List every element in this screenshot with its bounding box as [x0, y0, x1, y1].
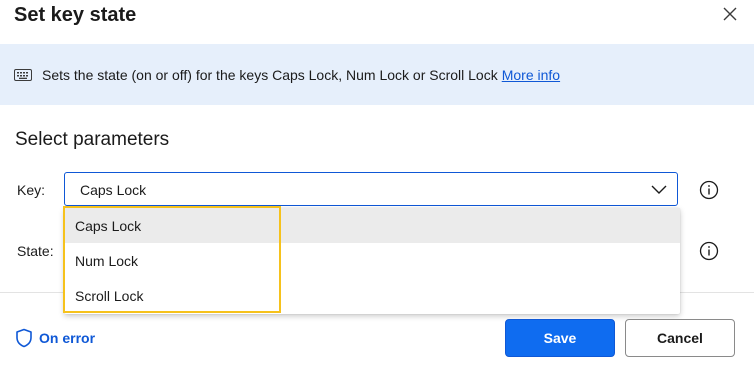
more-info-link[interactable]: More info — [502, 67, 560, 83]
option-label: Scroll Lock — [75, 288, 144, 304]
key-label: Key: — [17, 182, 46, 198]
on-error-label: On error — [39, 330, 96, 346]
info-text: Sets the state (on or off) for the keys … — [42, 66, 498, 83]
close-icon — [723, 7, 737, 21]
save-button[interactable]: Save — [505, 319, 615, 357]
keyboard-icon — [14, 68, 32, 81]
option-label: Caps Lock — [75, 218, 142, 234]
key-select-value: Caps Lock — [80, 182, 147, 198]
info-banner: Sets the state (on or off) for the keys … — [0, 44, 754, 105]
close-button[interactable] — [718, 2, 742, 26]
key-select[interactable]: Caps Lock — [64, 172, 678, 206]
option-scroll-lock[interactable]: Scroll Lock — [64, 278, 680, 313]
chevron-down-icon — [651, 182, 667, 200]
option-caps-lock[interactable]: Caps Lock — [64, 208, 680, 243]
state-label: State: — [17, 243, 54, 259]
option-label: Num Lock — [75, 253, 139, 269]
option-num-lock[interactable]: Num Lock — [64, 243, 680, 278]
shield-icon — [16, 328, 32, 348]
key-dropdown-list: Caps Lock Num Lock Scroll Lock — [64, 208, 680, 314]
set-key-state-dialog: Set key state Sets the state (on or off)… — [0, 0, 754, 372]
key-help-icon[interactable] — [699, 180, 719, 200]
on-error-button[interactable]: On error — [15, 328, 95, 348]
state-help-icon[interactable] — [699, 241, 719, 261]
section-title: Select parameters — [15, 129, 170, 150]
cancel-button[interactable]: Cancel — [625, 319, 735, 357]
dialog-title: Set key state — [14, 4, 137, 26]
